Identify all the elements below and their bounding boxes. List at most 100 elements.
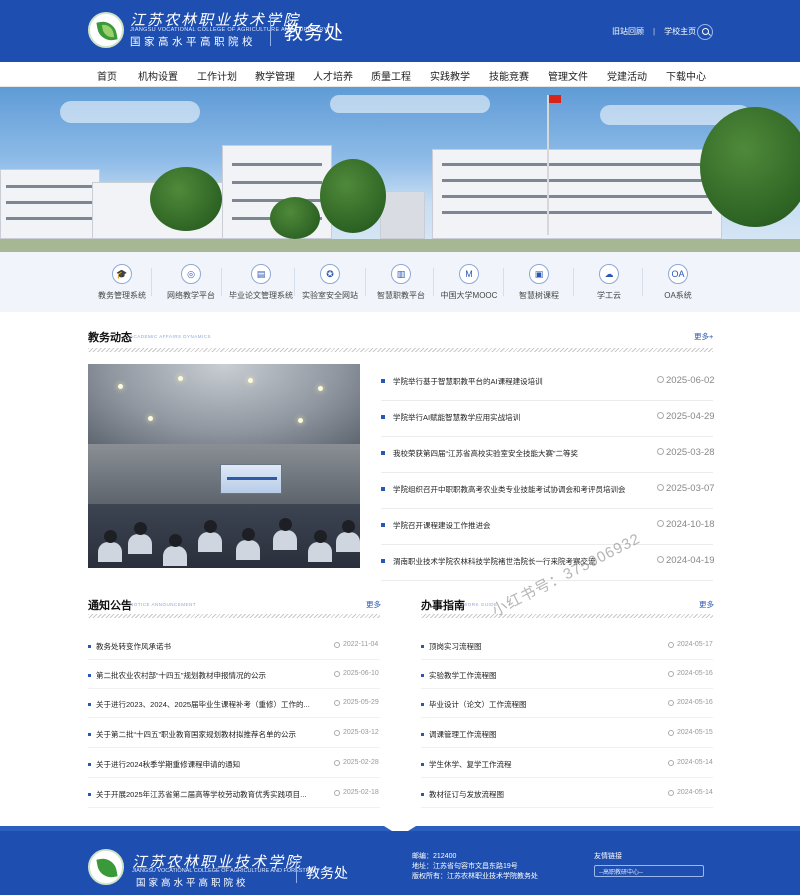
school-logo[interactable] [88, 12, 124, 48]
clock-icon [668, 700, 674, 706]
news-item[interactable]: 学院组织召开中职职教高考农业类专业技能考试协调会和考评员培训会 2025-03-… [381, 473, 715, 509]
notice-item-date: 2025-02-18 [343, 789, 379, 796]
clock-icon [657, 412, 664, 419]
bullet-icon [421, 703, 424, 706]
notice-section-title: 通知公告 [88, 600, 132, 612]
notice-item[interactable]: 关于进行2024秋季学期重修课程申请的通知 2025-02-28 [88, 750, 380, 778]
quick-link-online-teaching[interactable]: ◎ 网络教学平台 [151, 264, 231, 301]
bullet-icon [88, 703, 91, 706]
document-icon: ▤ [251, 264, 271, 284]
guide-item[interactable]: 调课管理工作流程图 2024-05-15 [421, 720, 713, 748]
guide-more-link[interactable]: 更多 [699, 599, 714, 610]
clock-icon [657, 556, 664, 563]
footer-address: 地址：江苏省句容市文昌东路19号 [412, 863, 518, 870]
nav-item-work-plan[interactable]: 工作计划 [197, 68, 237, 83]
footer-divider [296, 859, 297, 883]
clock-icon [668, 790, 674, 796]
notice-item-date: 2022-11-04 [343, 641, 379, 648]
nav-item-practice-teaching[interactable]: 实践教学 [430, 68, 470, 83]
globe-icon: ◎ [181, 264, 201, 284]
footer-school-tagline: 国家高水平高职院校 [136, 878, 249, 889]
quick-link-lab-safety[interactable]: ✪ 实验室安全网站 [290, 264, 370, 301]
quick-link-label: 学工云 [597, 291, 621, 300]
bullet-icon [421, 674, 424, 677]
main-nav: 首页 机构设置 工作计划 教学管理 人才培养 质量工程 实践教学 技能竞赛 管理… [0, 62, 800, 87]
bullet-icon [381, 415, 385, 419]
clock-icon [668, 730, 674, 736]
news-more-link[interactable]: 更多+ [694, 331, 713, 342]
footer-copyright: 版权所有：江苏农林职业技术学院教务处 [412, 873, 538, 880]
news-item-title: 学院召开课程建设工作推进会 [393, 521, 491, 530]
quick-link-label: 中国大学MOOC [440, 291, 498, 300]
mooc-icon: M [459, 264, 479, 284]
notice-item-title: 关于第二批“十四五”职业教育国家规划教材拟推荐名单的公示 [96, 730, 296, 739]
notice-divider [88, 614, 380, 618]
notice-item[interactable]: 关于第二批“十四五”职业教育国家规划教材拟推荐名单的公示 2025-03-12 [88, 720, 380, 748]
nav-item-home[interactable]: 首页 [97, 68, 117, 83]
school-tagline: 国家高水平高职院校 [130, 36, 256, 48]
news-item-title: 学院组织召开中职职教高考农业类专业技能考试协调会和考评员培训会 [393, 485, 626, 494]
quick-links-bar: 🎓 教务管理系统 ◎ 网络教学平台 ▤ 毕业论文管理系统 ✪ 实验室安全网站 ▥… [0, 252, 800, 312]
notice-item[interactable]: 关于进行2023、2024、2025届毕业生课程补考（重修）工作的... 202… [88, 690, 380, 718]
notice-more-link[interactable]: 更多 [366, 599, 381, 610]
news-item[interactable]: 学院举行基于智慧职教平台的AI课程建设培训 2025-06-02 [381, 365, 715, 401]
clock-icon [334, 790, 340, 796]
nav-item-talent-training[interactable]: 人才培养 [313, 68, 353, 83]
guide-item[interactable]: 教材征订与发放流程图 2024-05-14 [421, 780, 713, 808]
nav-item-teaching-management[interactable]: 教学管理 [255, 68, 295, 83]
news-item[interactable]: 我校荣获第四届“江苏省高校实验室安全技能大赛”二等奖 2025-03-28 [381, 437, 715, 473]
guide-section-title: 办事指南 [421, 600, 465, 612]
bullet-icon [421, 733, 424, 736]
guide-item[interactable]: 毕业设计（论文）工作流程图 2024-05-16 [421, 690, 713, 718]
quick-link-mooc[interactable]: M 中国大学MOOC [429, 264, 509, 301]
nav-item-skills-competition[interactable]: 技能竞赛 [489, 68, 529, 83]
quick-link-oa[interactable]: OA OA系统 [638, 264, 718, 301]
bullet-icon [421, 793, 424, 796]
guide-item[interactable]: 实验教学工作流程图 2024-05-16 [421, 661, 713, 689]
news-item-date: 2025-06-02 [666, 375, 715, 386]
guide-item[interactable]: 学生休学、复学工作流程 2024-05-14 [421, 750, 713, 778]
bullet-icon [421, 645, 424, 648]
nav-item-party-activities[interactable]: 党建活动 [607, 68, 647, 83]
news-item-date: 2025-04-29 [666, 411, 715, 422]
bullet-icon [88, 733, 91, 736]
building-icon: ▥ [391, 264, 411, 284]
notice-item-title: 关于进行2024秋季学期重修课程申请的通知 [96, 760, 241, 769]
guide-item[interactable]: 顶岗实习流程图 2024-05-17 [421, 632, 713, 660]
news-photo[interactable] [88, 364, 360, 568]
nav-item-download-center[interactable]: 下载中心 [666, 68, 706, 83]
nav-item-organization[interactable]: 机构设置 [138, 68, 178, 83]
quick-link-zhihuishu[interactable]: ▣ 智慧树课程 [499, 264, 579, 301]
notice-item[interactable]: 关于开展2025年江苏省第二届高等学校劳动教育优秀实践项目... 2025-02… [88, 780, 380, 808]
guide-item-date: 2024-05-16 [677, 699, 713, 706]
news-section-title: 教务动态 [88, 332, 132, 344]
shield-icon: ✪ [320, 264, 340, 284]
clock-icon [334, 760, 340, 766]
clock-icon [668, 642, 674, 648]
notice-item-title: 教务处转变作风承诺书 [96, 642, 171, 651]
friendly-links-select[interactable]: --高职教研中心-- [594, 865, 704, 877]
news-item[interactable]: 学院举行AI赋能智慧教学应用实战培训 2025-04-29 [381, 401, 715, 437]
news-item-title: 我校荣获第四届“江苏省高校实验室安全技能大赛”二等奖 [393, 449, 578, 458]
top-links: 旧站回顾 | 学校主页 [612, 26, 696, 37]
news-item[interactable]: 学院召开课程建设工作推进会 2024-10-18 [381, 509, 715, 545]
footer-postcode: 邮编：212400 [412, 853, 457, 860]
guide-item-title: 毕业设计（论文）工作流程图 [429, 700, 527, 709]
nav-item-quality-engineering[interactable]: 质量工程 [371, 68, 411, 83]
quick-link-label: 实验室安全网站 [302, 291, 358, 300]
news-item-date: 2025-03-28 [666, 447, 715, 458]
site-header: 江苏农林职业技术学院 JIANGSU VOCATIONAL COLLEGE OF… [0, 0, 800, 62]
news-divider [88, 348, 713, 352]
old-site-link[interactable]: 旧站回顾 [612, 26, 644, 37]
friendly-links-title: 友情链接 [594, 853, 622, 860]
news-item-date: 2025-03-07 [666, 483, 715, 494]
quick-link-thesis-system[interactable]: ▤ 毕业论文管理系统 [221, 264, 301, 301]
search-icon[interactable] [697, 24, 713, 40]
quick-link-student-cloud[interactable]: ☁ 学工云 [569, 264, 649, 301]
quick-link-academic-system[interactable]: 🎓 教务管理系统 [82, 264, 162, 301]
school-home-link[interactable]: 学校主页 [664, 26, 696, 37]
notice-item[interactable]: 第二批农业农村部“十四五”规划教材申报情况的公示 2025-06-10 [88, 661, 380, 689]
tree-course-icon: ▣ [529, 264, 549, 284]
nav-item-management-files[interactable]: 管理文件 [548, 68, 588, 83]
notice-item[interactable]: 教务处转变作风承诺书 2022-11-04 [88, 632, 380, 660]
